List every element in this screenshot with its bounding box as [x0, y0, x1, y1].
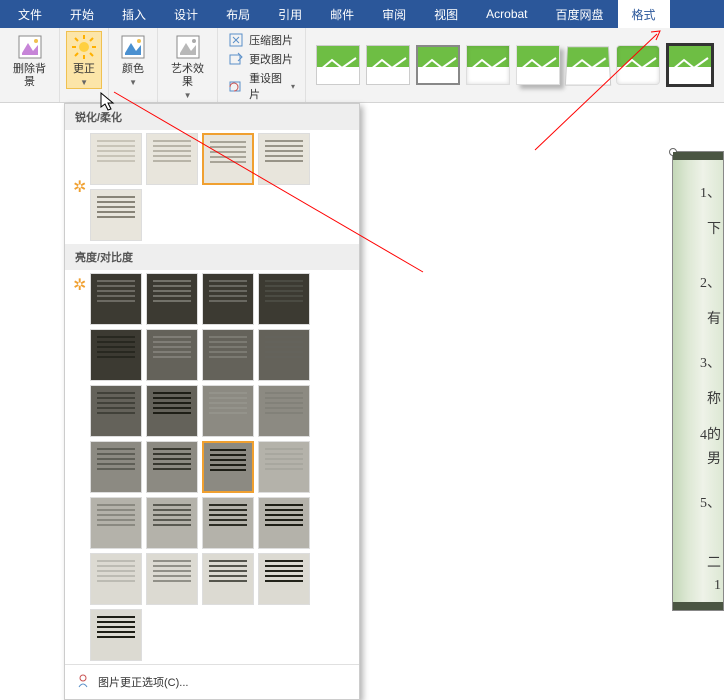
compress-icon — [228, 32, 244, 48]
brightness-preset[interactable] — [90, 329, 142, 381]
photo-content: 1、 下 2、 有 3、 称 4的 男 5、 二 1 — [673, 152, 723, 610]
brightness-preset[interactable] — [146, 553, 198, 605]
brightness-preset[interactable] — [146, 441, 198, 493]
tab-home[interactable]: 开始 — [56, 0, 108, 28]
brightness-preset[interactable] — [146, 497, 198, 549]
style-preset-1[interactable] — [316, 45, 360, 85]
tab-layout[interactable]: 布局 — [212, 0, 264, 28]
brightness-preset[interactable] — [258, 497, 310, 549]
change-icon — [228, 51, 244, 67]
group-color: 颜色 ▼ — [109, 28, 158, 102]
brightness-preset[interactable] — [202, 553, 254, 605]
compress-label: 压缩图片 — [249, 32, 293, 48]
brightness-preset[interactable] — [146, 273, 198, 325]
sharpen-preset[interactable] — [90, 189, 142, 241]
picture-styles-gallery — [306, 28, 724, 102]
sharpen-preset[interactable] — [146, 133, 198, 185]
sharpen-row: ✲ — [65, 130, 359, 244]
brightness-preset[interactable] — [258, 553, 310, 605]
picture-corrections-options[interactable]: 图片更正选项(C)... — [65, 664, 359, 699]
brightness-preset[interactable] — [146, 385, 198, 437]
brightness-row: ✲ — [65, 270, 359, 664]
brightness-preset[interactable] — [90, 441, 142, 493]
sharpen-preset[interactable] — [90, 133, 142, 185]
sharpen-preset-selected[interactable] — [202, 133, 254, 185]
remove-background-icon — [16, 33, 44, 61]
tab-file[interactable]: 文件 — [4, 0, 56, 28]
tab-review[interactable]: 审阅 — [368, 0, 420, 28]
tab-baidu[interactable]: 百度网盘 — [542, 0, 618, 28]
change-picture-button[interactable]: 更改图片 — [228, 51, 293, 67]
color-label: 颜色 — [122, 63, 144, 76]
color-button[interactable]: 颜色 ▼ — [115, 31, 151, 89]
chevron-down-icon: ▼ — [80, 78, 88, 87]
chevron-down-icon: ▼ — [129, 78, 137, 87]
group-adjust-bg: 删除背景 — [0, 28, 60, 102]
artistic-icon — [174, 33, 202, 61]
color-icon — [119, 33, 147, 61]
change-label: 更改图片 — [249, 51, 293, 67]
brightness-preset[interactable] — [202, 385, 254, 437]
style-preset-7[interactable] — [616, 45, 660, 85]
remove-background-button[interactable]: 删除背景 — [6, 31, 53, 91]
brightness-preset[interactable] — [202, 441, 254, 493]
sharpen-grid — [90, 133, 351, 241]
main-menubar: 文件 开始 插入 设计 布局 引用 邮件 审阅 视图 Acrobat 百度网盘 … — [0, 0, 724, 28]
chevron-down-icon: ▾ — [291, 82, 295, 91]
reset-picture-button[interactable]: 重设图片 ▾ — [228, 70, 295, 102]
reset-icon — [228, 78, 244, 94]
brightness-preset[interactable] — [90, 609, 142, 661]
reset-label: 重设图片 — [249, 70, 286, 102]
brightness-preset[interactable] — [258, 273, 310, 325]
star-icon: ✲ — [73, 177, 86, 197]
style-preset-3[interactable] — [416, 45, 460, 85]
brightness-grid — [90, 273, 351, 661]
tab-acrobat[interactable]: Acrobat — [472, 0, 541, 28]
compress-picture-button[interactable]: 压缩图片 — [228, 32, 293, 48]
corrections-label: 更正 — [73, 63, 95, 76]
sharpen-preset[interactable] — [258, 133, 310, 185]
brightness-preset[interactable] — [90, 273, 142, 325]
tab-references[interactable]: 引用 — [264, 0, 316, 28]
brightness-preset[interactable] — [202, 329, 254, 381]
brightness-preset[interactable] — [202, 273, 254, 325]
brightness-preset[interactable] — [146, 329, 198, 381]
style-preset-8[interactable] — [666, 43, 714, 87]
style-preset-5[interactable] — [516, 45, 560, 85]
brightness-preset[interactable] — [90, 497, 142, 549]
brightness-preset[interactable] — [90, 553, 142, 605]
brightness-header: 亮度/对比度 — [65, 244, 359, 270]
brightness-preset[interactable] — [90, 385, 142, 437]
tab-mailings[interactable]: 邮件 — [316, 0, 368, 28]
style-preset-6[interactable] — [565, 46, 611, 85]
group-pic-actions: 压缩图片 更改图片 重设图片 ▾ — [218, 28, 306, 102]
star-icon: ✲ — [73, 275, 86, 295]
options-icon — [75, 674, 91, 690]
tab-view[interactable]: 视图 — [420, 0, 472, 28]
group-artistic: 艺术效果 ▼ — [158, 28, 218, 102]
brightness-preset[interactable] — [258, 441, 310, 493]
artistic-effects-button[interactable]: 艺术效果 ▼ — [164, 31, 211, 102]
chevron-down-icon: ▼ — [184, 91, 192, 100]
tab-format[interactable]: 格式 — [618, 0, 670, 28]
ribbon: 删除背景 更正 ▼ 颜色 ▼ 艺术效果 ▼ — [0, 28, 724, 103]
group-corrections: 更正 ▼ — [60, 28, 109, 102]
brightness-preset[interactable] — [202, 497, 254, 549]
remove-background-label: 删除背景 — [10, 63, 49, 89]
sharpen-header: 锐化/柔化 — [65, 104, 359, 130]
tab-design[interactable]: 设计 — [160, 0, 212, 28]
brightness-preset[interactable] — [258, 385, 310, 437]
brightness-preset[interactable] — [258, 329, 310, 381]
corrections-dropdown: 锐化/柔化 ✲ 亮度/对比度 ✲ 图片更正选项(C)... — [64, 103, 360, 700]
style-preset-2[interactable] — [366, 45, 410, 85]
inserted-picture[interactable]: 1、 下 2、 有 3、 称 4的 男 5、 二 1 — [672, 151, 724, 611]
style-preset-4[interactable] — [466, 45, 510, 85]
corrections-button[interactable]: 更正 ▼ — [66, 31, 102, 89]
artistic-label: 艺术效果 — [168, 63, 207, 89]
brightness-icon — [70, 33, 98, 61]
options-label: 图片更正选项(C)... — [98, 674, 188, 690]
tab-insert[interactable]: 插入 — [108, 0, 160, 28]
